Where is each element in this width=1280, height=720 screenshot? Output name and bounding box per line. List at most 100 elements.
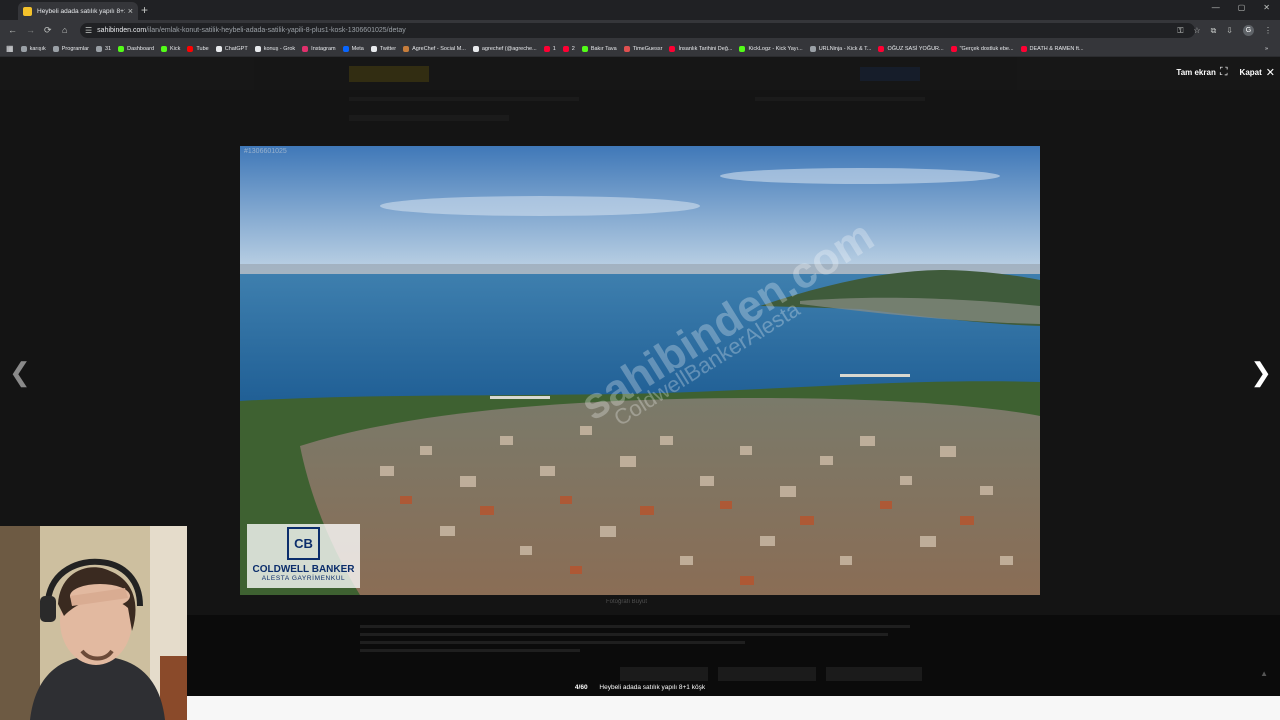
bookmark-item[interactable]: Twitter — [370, 45, 397, 52]
url-path: /ilan/emlak-konut-satilik-heybeli-adada-… — [146, 27, 406, 34]
bookmark-label: Tube — [196, 45, 209, 52]
bookmark-item[interactable]: İnsanlık Tarihini Değ... — [669, 45, 733, 52]
lightbox-controls: Tam ekran ⛶ Kapat ✕ — [1176, 66, 1275, 79]
site-info-icon[interactable]: ☰ — [85, 26, 92, 35]
window-close-icon[interactable]: ✕ — [1263, 3, 1270, 12]
browser-toolbar: ← → ⟳ ⌂ ☰ sahibinden.com /ilan/emlak-kon… — [0, 20, 1280, 41]
bookmark-label: Dashboard — [127, 45, 155, 52]
bookmark-label: Kick — [170, 45, 181, 52]
back-icon[interactable]: ← — [8, 25, 17, 35]
bookmark-favicon-icon — [215, 45, 222, 52]
bookmark-label: "Gerçek dostluk ebe... — [959, 45, 1014, 52]
bookmark-item[interactable]: 2 — [562, 45, 575, 52]
bookmark-item[interactable]: Instagram — [302, 45, 336, 52]
fullscreen-button[interactable]: Tam ekran ⛶ — [1176, 66, 1227, 79]
bookmark-item[interactable]: Tube — [187, 45, 209, 52]
bookmark-label: Instagram — [311, 45, 336, 52]
bookmark-item[interactable]: 1 — [543, 45, 556, 52]
next-photo-arrow-icon[interactable]: ❯ — [1250, 357, 1272, 388]
bookmark-label: DEATH & RAMEN ft... — [1029, 45, 1084, 52]
bookmark-favicon-icon — [623, 45, 630, 52]
bookmark-label: konuş - Grok — [263, 45, 296, 52]
bookmark-item[interactable]: agrechef (@agreche... — [472, 45, 537, 52]
bookmark-item[interactable]: Kick — [161, 45, 181, 52]
bookmark-item[interactable]: karışık — [20, 45, 46, 52]
downloads-icon[interactable]: ⇩ — [1226, 26, 1233, 35]
bookmark-favicon-icon — [20, 45, 27, 52]
bookmark-favicon-icon — [342, 45, 349, 52]
dimmed-description — [360, 625, 910, 657]
toolbar-actions: ⚿ ☆ ⧉ ⇩ G ⋮ — [1177, 25, 1272, 36]
more-bookmarks-icon[interactable]: » — [1265, 46, 1268, 52]
bookmark-label: Twitter — [379, 45, 397, 52]
home-icon[interactable]: ⌂ — [62, 25, 67, 35]
bookmark-item[interactable]: Programlar — [52, 45, 89, 52]
bookmark-item[interactable]: Meta — [342, 45, 364, 52]
bookmark-label: Programlar — [61, 45, 89, 52]
bookmark-label: karışık — [29, 45, 46, 52]
profile-avatar[interactable]: G — [1243, 25, 1254, 36]
bookmark-item[interactable]: konuş - Grok — [254, 45, 296, 52]
new-tab-button[interactable]: + — [141, 3, 148, 17]
listing-title — [349, 115, 509, 121]
lightbox-overlay: Tam ekran ⛶ Kapat ✕ ❮ ❯ #1306601025 sahi… — [0, 57, 1280, 720]
bookmark-favicon-icon — [809, 45, 816, 52]
listing-number: #1306601025 — [244, 148, 287, 155]
close-icon: ✕ — [1265, 67, 1275, 79]
password-key-icon[interactable]: ⚿ — [1177, 26, 1183, 36]
dimmed-button-1 — [620, 667, 708, 681]
bookmark-item[interactable]: KickLogz - Kick Yayı... — [739, 45, 803, 52]
bookmark-label: ChatGPT — [224, 45, 248, 52]
address-bar[interactable]: ☰ sahibinden.com /ilan/emlak-konut-satil… — [80, 23, 1195, 38]
bookmark-item[interactable]: AgreChef - Social M... — [403, 45, 466, 52]
fullscreen-icon: ⛶ — [1219, 66, 1228, 78]
bookmark-label: 1 — [552, 45, 556, 52]
bookmark-label: Meta — [351, 45, 364, 52]
reload-icon[interactable]: ⟳ — [44, 25, 52, 36]
bookmark-favicon-icon — [669, 45, 676, 52]
bookmark-label: agrechef (@agreche... — [481, 45, 537, 52]
bookmark-favicon-icon — [403, 45, 410, 52]
tab-close-icon[interactable]: × — [128, 6, 133, 16]
bookmark-favicon-icon — [543, 45, 550, 52]
page-footer-strip — [187, 696, 1280, 720]
bookmark-item[interactable]: ChatGPT — [215, 45, 248, 52]
bookmark-item[interactable]: DEATH & RAMEN ft... — [1020, 45, 1084, 52]
bookmark-label: İnsanlık Tarihini Değ... — [678, 45, 733, 52]
bookmarks-bar: ▦ karışık Programlar 31 Dashboard Kick Tube Ch… — [0, 41, 1280, 57]
bookmark-item[interactable]: TimeGuessr — [623, 45, 663, 52]
menu-icon[interactable]: ⋮ — [1264, 26, 1272, 35]
bookmark-label: URLNinja - Kick & T... — [818, 45, 872, 52]
bookmark-label: TimeGuessr — [632, 45, 663, 52]
bookmark-item[interactable]: "Gerçek dostluk ebe... — [950, 45, 1014, 52]
photo-counter-bar: 4/60 Heybeli adada satılık yapılı 8+1 kö… — [0, 684, 1280, 691]
photo-counter: 4/60 — [574, 684, 588, 691]
site-header — [0, 57, 1280, 90]
bookmark-item[interactable]: 31 — [95, 45, 111, 52]
active-tab[interactable]: Heybeli adada satılık yapılı 8+1 × — [18, 2, 138, 20]
bookmark-favicon-icon — [254, 45, 261, 52]
bookmark-item[interactable]: Bakır Tava — [581, 45, 617, 52]
bookmark-item[interactable]: OĞUZ SASİ YOĞUR... — [878, 45, 944, 52]
apps-grid-icon[interactable]: ▦ — [6, 44, 14, 53]
extensions-icon[interactable]: ⧉ — [1211, 26, 1217, 36]
bookmark-favicon-icon — [370, 45, 377, 52]
bookmark-label: KickLogz - Kick Yayı... — [748, 45, 803, 52]
previous-photo-arrow-icon[interactable]: ❮ — [9, 357, 31, 388]
listing-actions — [755, 97, 925, 101]
scroll-top-icon: ▲ — [1260, 669, 1268, 678]
bookmark-favicon-icon — [187, 45, 194, 52]
listing-photo: #1306601025 sahibinden.com ColdwellBanke… — [240, 146, 1040, 595]
bookmark-star-icon[interactable]: ☆ — [1193, 26, 1200, 35]
close-lightbox-button[interactable]: Kapat ✕ — [1240, 66, 1275, 79]
forward-icon[interactable]: → — [26, 25, 35, 35]
minimize-icon[interactable]: — — [1212, 3, 1220, 12]
bookmark-item[interactable]: URLNinja - Kick & T... — [809, 45, 872, 52]
bookmark-favicon-icon — [161, 45, 168, 52]
post-listing-button — [860, 67, 920, 81]
bookmark-item[interactable]: Dashboard — [118, 45, 155, 52]
maximize-icon[interactable]: ▢ — [1238, 3, 1246, 12]
bookmark-label: 2 — [571, 45, 575, 52]
bookmark-favicon-icon — [562, 45, 569, 52]
close-label: Kapat — [1239, 68, 1262, 77]
